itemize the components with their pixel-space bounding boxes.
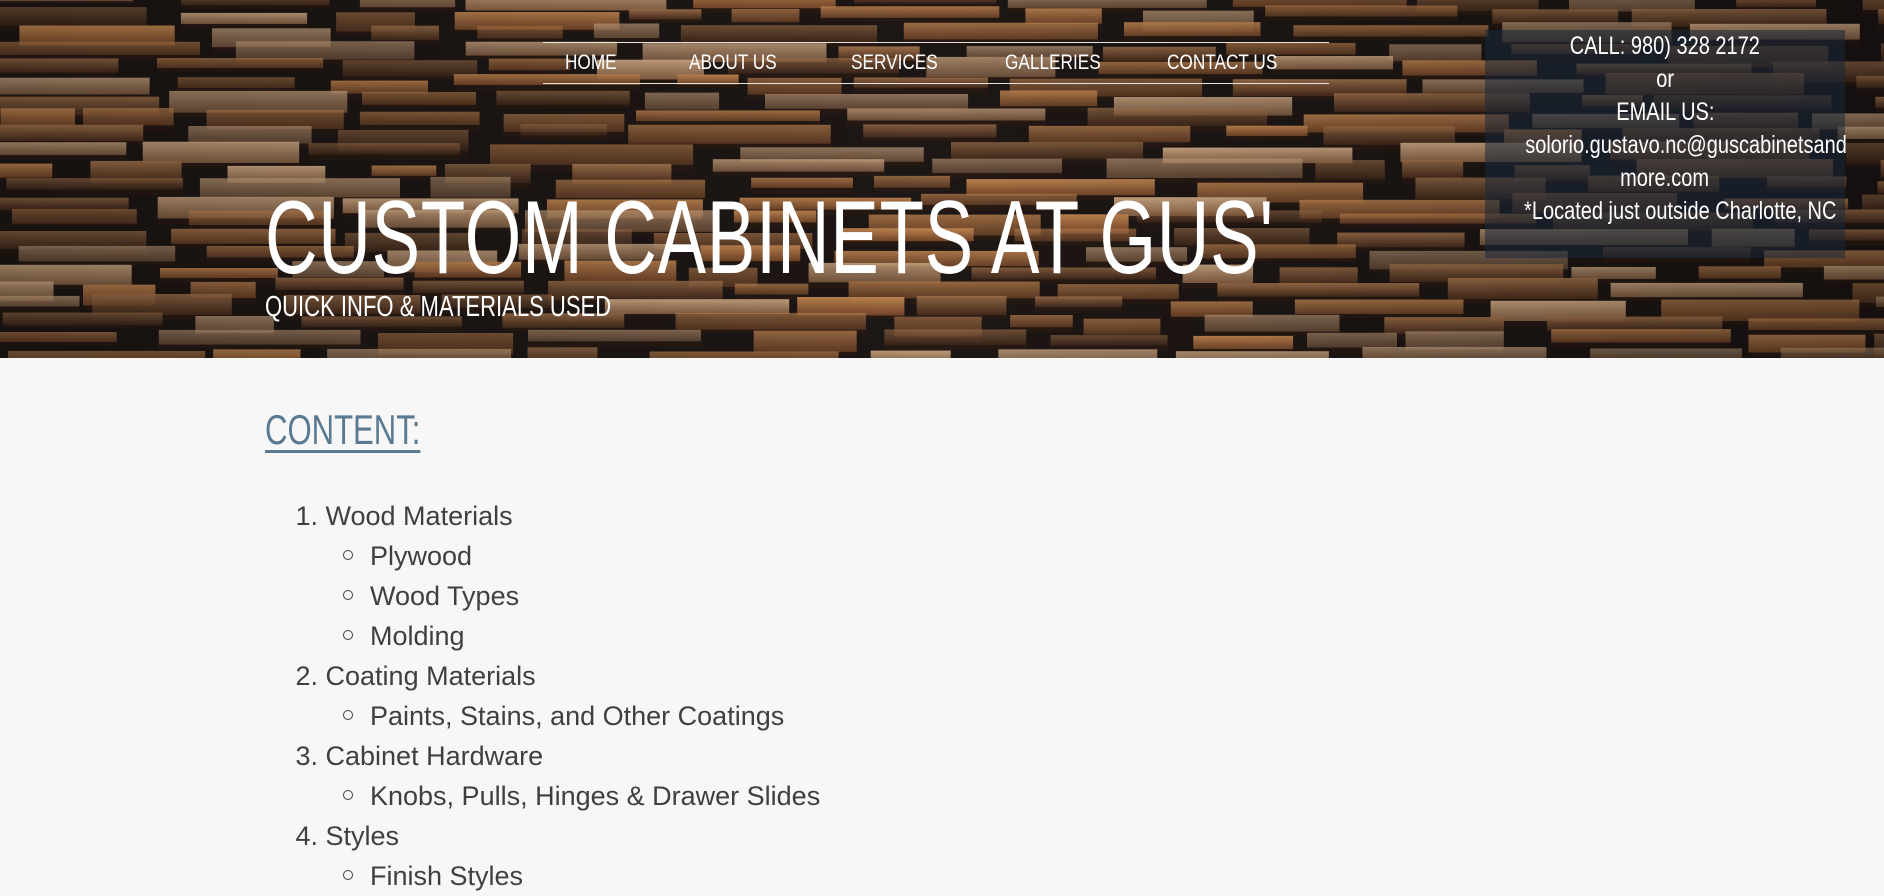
bullet-circle-icon <box>343 790 353 800</box>
toc-item-cabinet-hardware[interactable]: 3. Cabinet Hardware <box>265 736 820 776</box>
nav-galleries-link[interactable]: GALLERIES <box>1005 43 1101 83</box>
page-subtitle: QUICK INFO & MATERIALS USED <box>265 289 611 325</box>
page-title: CUSTOM CABINETS AT GUS' <box>265 188 1274 288</box>
location-note: *Located just outside Charlotte, NC <box>1485 195 1845 228</box>
bullet-circle-icon <box>343 710 353 720</box>
toc-subitem-wood-types[interactable]: Wood Types <box>265 576 820 616</box>
toc-subitem-knobs-pulls[interactable]: Knobs, Pulls, Hinges & Drawer Slides <box>265 776 820 816</box>
contact-or-text: or <box>1485 63 1845 96</box>
bullet-circle-icon <box>343 630 353 640</box>
nav-contact-us-link[interactable]: CONTACT US <box>1167 43 1277 83</box>
content-heading: CONTENT: <box>265 405 420 455</box>
toc-subitem-paints-stains[interactable]: Paints, Stains, and Other Coatings <box>265 696 820 736</box>
bullet-circle-icon <box>343 590 353 600</box>
email-address-line1[interactable]: solorio.gustavo.nc@guscabinetsand <box>1485 129 1845 162</box>
toc-item-wood-materials[interactable]: 1. Wood Materials <box>265 496 820 536</box>
nav-services-link[interactable]: SERVICES <box>851 43 938 83</box>
toc-item-coating-materials[interactable]: 2. Coating Materials <box>265 656 820 696</box>
phone-number[interactable]: CALL: 980) 328 2172 <box>1485 30 1845 63</box>
toc-item-styles[interactable]: 4. Styles <box>265 816 820 856</box>
nav-home-link[interactable]: HOME <box>565 43 617 83</box>
table-of-contents: 1. Wood Materials Plywood Wood Types Mol… <box>265 496 820 896</box>
nav-about-us-link[interactable]: ABOUT US <box>689 43 777 83</box>
email-label: EMAIL US: <box>1485 96 1845 129</box>
email-address-line2[interactable]: more.com <box>1485 162 1845 195</box>
hero-banner: HOME ABOUT US SERVICES GALLERIES CONTACT… <box>0 0 1884 358</box>
toc-subitem-molding[interactable]: Molding <box>265 616 820 656</box>
bullet-circle-icon <box>343 550 353 560</box>
toc-subitem-finish-styles[interactable]: Finish Styles <box>265 856 820 896</box>
main-navigation: HOME ABOUT US SERVICES GALLERIES CONTACT… <box>543 42 1329 84</box>
toc-subitem-plywood[interactable]: Plywood <box>265 536 820 576</box>
bullet-circle-icon <box>343 870 353 880</box>
